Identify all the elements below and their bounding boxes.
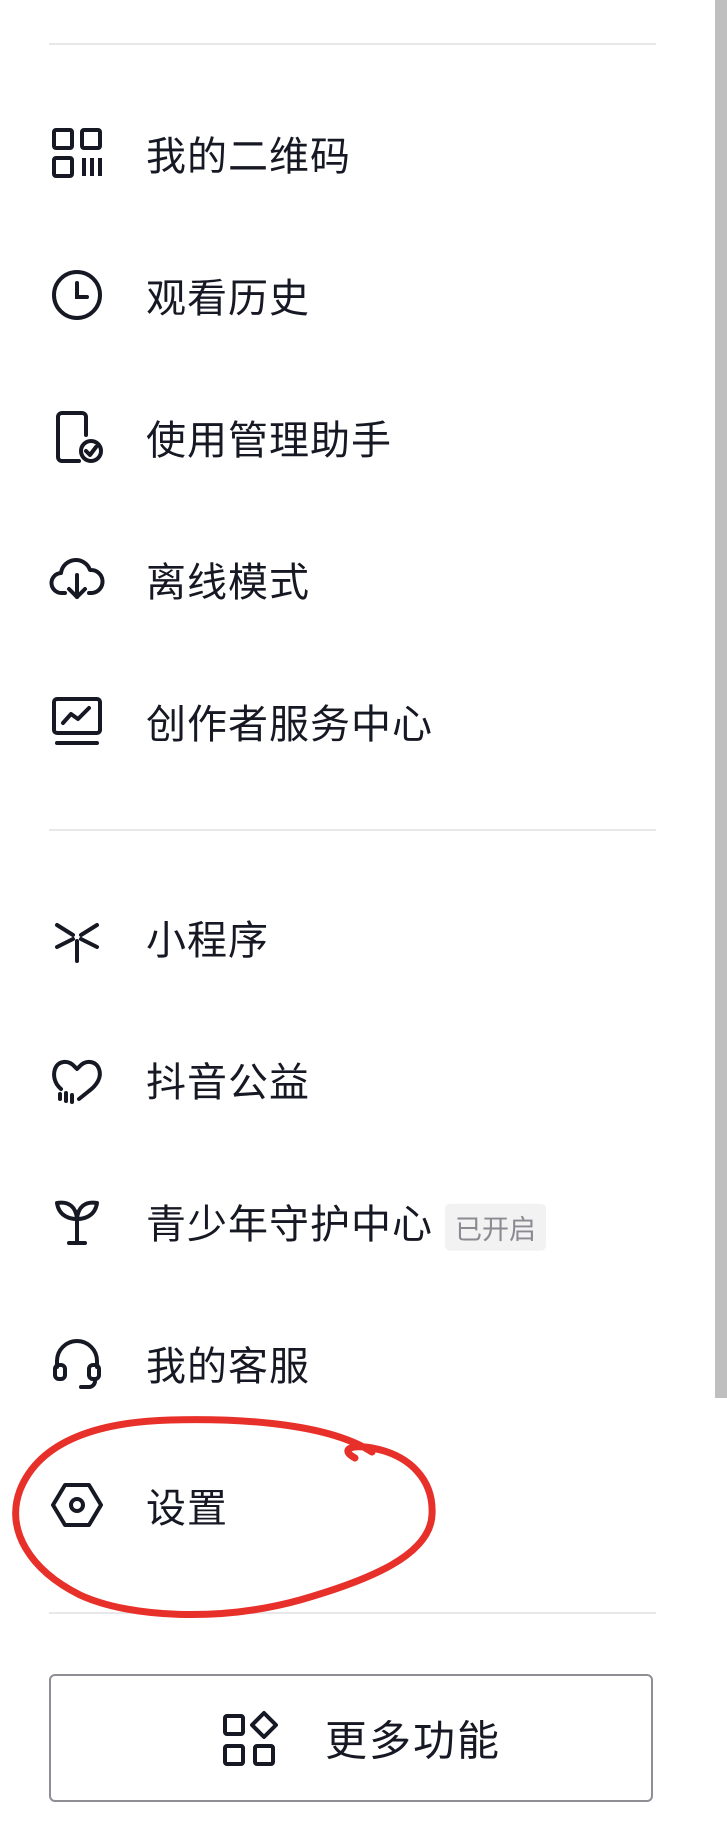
menu-item-offline-mode[interactable]: 离线模式: [0, 524, 712, 634]
qr-code-icon: [49, 125, 105, 181]
menu-item-label-row: 青少年守护中心 已开启: [146, 1192, 546, 1251]
menu-item-mini-program[interactable]: 小程序: [0, 882, 712, 992]
menu-item-usage-assistant[interactable]: 使用管理助手: [0, 382, 712, 492]
menu-item-label: 观看历史: [146, 276, 310, 322]
phone-check-icon: [49, 409, 105, 465]
divider: [49, 1612, 656, 1614]
menu-item-watch-history[interactable]: 观看历史: [0, 240, 712, 350]
chart-monitor-icon: [49, 693, 105, 749]
menu-item-douyin-charity[interactable]: 抖音公益: [0, 1024, 712, 1134]
divider: [49, 829, 656, 831]
status-badge: 已开启: [445, 1203, 546, 1251]
menu-item-creator-center[interactable]: 创作者服务中心: [0, 666, 712, 776]
headset-icon: [49, 1335, 105, 1391]
apps-grid-icon: [219, 1710, 279, 1770]
menu-item-youth-protection[interactable]: 青少年守护中心 已开启: [0, 1166, 712, 1276]
clock-icon: [49, 267, 105, 323]
menu-item-settings[interactable]: 设置: [0, 1450, 712, 1560]
menu-item-label: 我的客服: [146, 1344, 310, 1390]
menu-item-label: 使用管理助手: [146, 418, 392, 464]
menu-item-label: 设置: [146, 1486, 228, 1532]
divider: [49, 43, 656, 45]
menu-item-my-qr-code[interactable]: 我的二维码: [0, 98, 712, 208]
sprout-icon: [49, 1193, 105, 1249]
menu-item-label: 创作者服务中心: [146, 702, 433, 748]
menu-item-label: 小程序: [146, 918, 269, 964]
menu-item-label: 抖音公益: [146, 1060, 310, 1106]
menu-item-label: 我的二维码: [146, 134, 351, 180]
more-features-label: 更多功能: [325, 1716, 502, 1766]
menu-item-label: 离线模式: [146, 560, 310, 606]
more-features-button[interactable]: 更多功能: [49, 1674, 653, 1802]
cloud-download-icon: [49, 551, 105, 607]
heart-icon: [49, 1051, 105, 1107]
side-menu: 我的二维码 观看历史 使用管理助手 离线模式 创作者服务中心 小程序 抖音公益 …: [0, 0, 712, 1826]
hexagon-settings-icon: [49, 1477, 105, 1533]
menu-item-label: 青少年守护中心: [146, 1201, 433, 1248]
menu-item-customer-service[interactable]: 我的客服: [0, 1308, 712, 1418]
mini-program-icon: [49, 909, 105, 965]
scrollbar[interactable]: [715, 0, 727, 1398]
